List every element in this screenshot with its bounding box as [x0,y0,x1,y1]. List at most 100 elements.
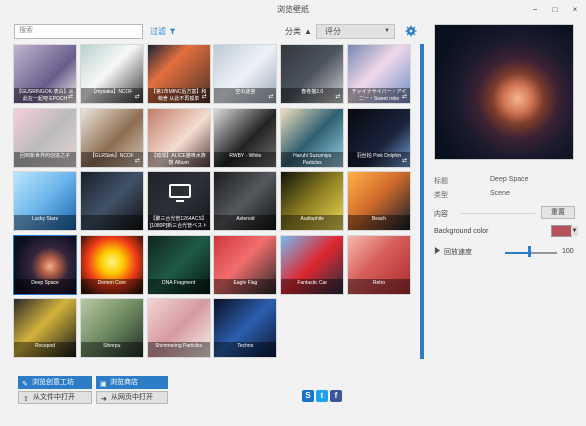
wallpaper-tile[interactable] [79,171,144,231]
wallpaper-tile[interactable]: DNA Fragment [146,234,211,295]
wallpaper-title: Haruhi Suzumiya Particles [281,151,344,167]
open-from-file-label: 从文件中打开 [33,394,75,401]
sort-ascending-icon[interactable]: ▲ [304,27,312,36]
wallpaper-title: Retro [347,278,410,294]
open-from-web-label: 从网页中打开 [111,394,153,401]
cart-icon: ▣ [100,381,107,388]
wallpaper-tile[interactable]: 羽丝柏 Pink Dolphin ⇄ [346,107,411,168]
window-title: 浏览壁纸 [277,5,309,14]
wallpaper-tile[interactable]: Asteroid [213,171,278,231]
wallpaper-tile[interactable]: Shimmering Particles [146,298,211,358]
wallpaper-title: 【琉球】ALICE猫咪水族馆 Album [147,151,210,167]
wallpaper-tile[interactable]: Techno [213,298,278,358]
wallpaper-title: Fantastic Car [281,278,344,294]
wallpaper-tile[interactable]: Audiophile [280,171,345,231]
minimize-button[interactable]: − [528,4,542,16]
playback-speed-label: 回放速度 [444,249,472,256]
wallpaper-tile[interactable]: Beach [346,171,411,231]
wallpaper-tile[interactable]: Lucky Stars [13,171,77,231]
wallpaper-title: 羽丝柏 Pink Dolphin [347,151,410,167]
wallpaper-tile[interactable]: 【mysaka】NCOF ⇄ [79,44,144,104]
wallpaper-title: DNA Fragment [147,278,210,294]
wallpaper-preview [434,24,574,160]
play-icon[interactable] [434,247,441,254]
playback-speed-slider-fill [505,252,530,254]
wallpaper-title: 【GUSRINGOK-表白】从此在一起吧 EPOCH [14,88,76,103]
maximize-button[interactable]: □ [548,4,562,16]
steam-icon[interactable]: S [302,390,314,402]
wallpaper-tile[interactable]: Deep Space [13,234,77,295]
reset-button[interactable]: 重置 [541,206,575,219]
wallpaper-title: 【mysaka】NCOF [80,88,143,103]
monitor-stand-icon [175,200,184,202]
wallpaper-title: 空の迷宫 [214,88,277,103]
wallpaper-tile[interactable]: Haruhi Suzumiya Particles [280,107,345,168]
window-controls: − □ × [528,4,582,16]
wallpaper-tile[interactable]: 【聚三合光管1264ACS】[1080P]新三合光管ベストシーン集 [146,171,211,231]
wallpaper-tile[interactable]: Demon Core [79,234,144,295]
gear-icon[interactable] [405,25,417,37]
filter-label: 过滤 [150,27,166,36]
search-input[interactable]: 搜索 [14,24,143,39]
wallpaper-tile[interactable]: Shinrpu [79,298,144,358]
twitter-icon[interactable]: t [316,390,328,402]
chevron-down-icon: ▼ [384,28,390,34]
wallpaper-title: Rocepod [14,342,76,357]
wallpaper-mark-icon: ⇄ [68,94,74,100]
wallpaper-tile[interactable]: Eagle Flag [213,234,278,295]
playback-speed-slider-thumb[interactable] [528,246,531,257]
browse-workshop-label: 浏览创意工坊 [32,379,74,386]
open-from-file-button[interactable]: ⇧ 从文件中打开 [18,391,92,404]
wallpaper-title: 【第1市MINC后方富】和萌舍 从此不再孤单 [147,88,210,103]
vertical-scrollbar[interactable] [420,44,424,359]
funnel-icon [169,28,176,35]
browse-store-button[interactable]: ▣ 浏览商店 [96,376,168,389]
wallpaper-tile[interactable]: 春卷猫2.0 ⇄ [280,44,345,104]
wallpaper-tile[interactable]: 【GLRSink】NCOF ⇄ [79,107,144,168]
type-label: 类型 [434,192,448,199]
wallpaper-title: 【GLRSink】NCOF [80,151,143,167]
wallpaper-title: Beach [347,215,410,230]
wallpaper-tile[interactable]: Fantastic Car [280,234,345,295]
wallpaper-tile[interactable]: 空の迷宫 ⇄ [213,44,278,104]
title-value: Deep Space [490,176,529,183]
wallpaper-tile[interactable]: 回到新世界的创造之子 [13,107,77,168]
wallpaper-title: Lucky Stars [14,215,76,230]
title-label: 标题 [434,178,448,185]
monitor-icon [168,184,191,198]
wallpaper-tile[interactable]: 【第1市MINC后方富】和萌舍 从此不再孤单 ⇄ [146,44,211,104]
wallpaper-mark-icon: ⇄ [401,157,408,164]
wallpaper-tile[interactable]: 【GUSRINGOK-表白】从此在一起吧 EPOCH ⇄ [13,44,77,104]
wallpaper-title: Audiophile [281,215,344,230]
wallpaper-title: 春卷猫2.0 [281,88,344,103]
sort-select[interactable]: 评分 ▼ [316,24,395,39]
wallpaper-tile[interactable]: 【琉球】ALICE猫咪水族馆 Album [146,107,211,168]
wallpaper-title: 回到新世界的创造之子 [14,151,76,167]
background-color-swatch[interactable] [551,225,572,237]
close-button[interactable]: × [568,4,582,16]
wallpaper-tile[interactable]: チャイナサイバー・アイ二ー・Sweet robe ⇄ [346,44,411,104]
facebook-icon[interactable]: f [330,390,342,402]
open-from-web-button[interactable]: ➜ 从网页中打开 [96,391,168,404]
wallpaper-mark-icon: ⇄ [134,94,140,100]
sort-control[interactable]: 分类 ▲ [285,26,312,37]
wallpaper-tile[interactable]: Retro [346,234,411,295]
filter-button[interactable]: 过滤 [150,26,176,37]
wallpaper-tile[interactable]: RWBY - White [213,107,278,168]
color-dropdown-icon[interactable]: ▼ [571,226,578,236]
browse-store-label: 浏览商店 [110,379,138,386]
upload-icon: ⇧ [23,396,29,403]
browse-workshop-button[interactable]: ✎ 浏览创意工坊 [18,376,92,389]
wallpaper-title: Asteroid [214,215,277,230]
content-divider [460,213,535,214]
wallpaper-mark-icon: ⇄ [201,94,207,100]
type-value: Scene [490,190,510,197]
background-color-label: Background color [434,228,489,235]
wallpaper-title [80,215,143,230]
wallpaper-title: Techno [214,342,277,357]
wallpaper-mark-icon: ⇄ [134,157,140,164]
content-label: 内容 [434,211,448,218]
wallpaper-title: RWBY - White [214,151,277,167]
wallpaper-grid: 【GUSRINGOK-表白】从此在一起吧 EPOCH ⇄ 【mysaka】NCOF ⇄… [13,44,411,358]
wallpaper-tile[interactable]: Rocepod [13,298,77,358]
